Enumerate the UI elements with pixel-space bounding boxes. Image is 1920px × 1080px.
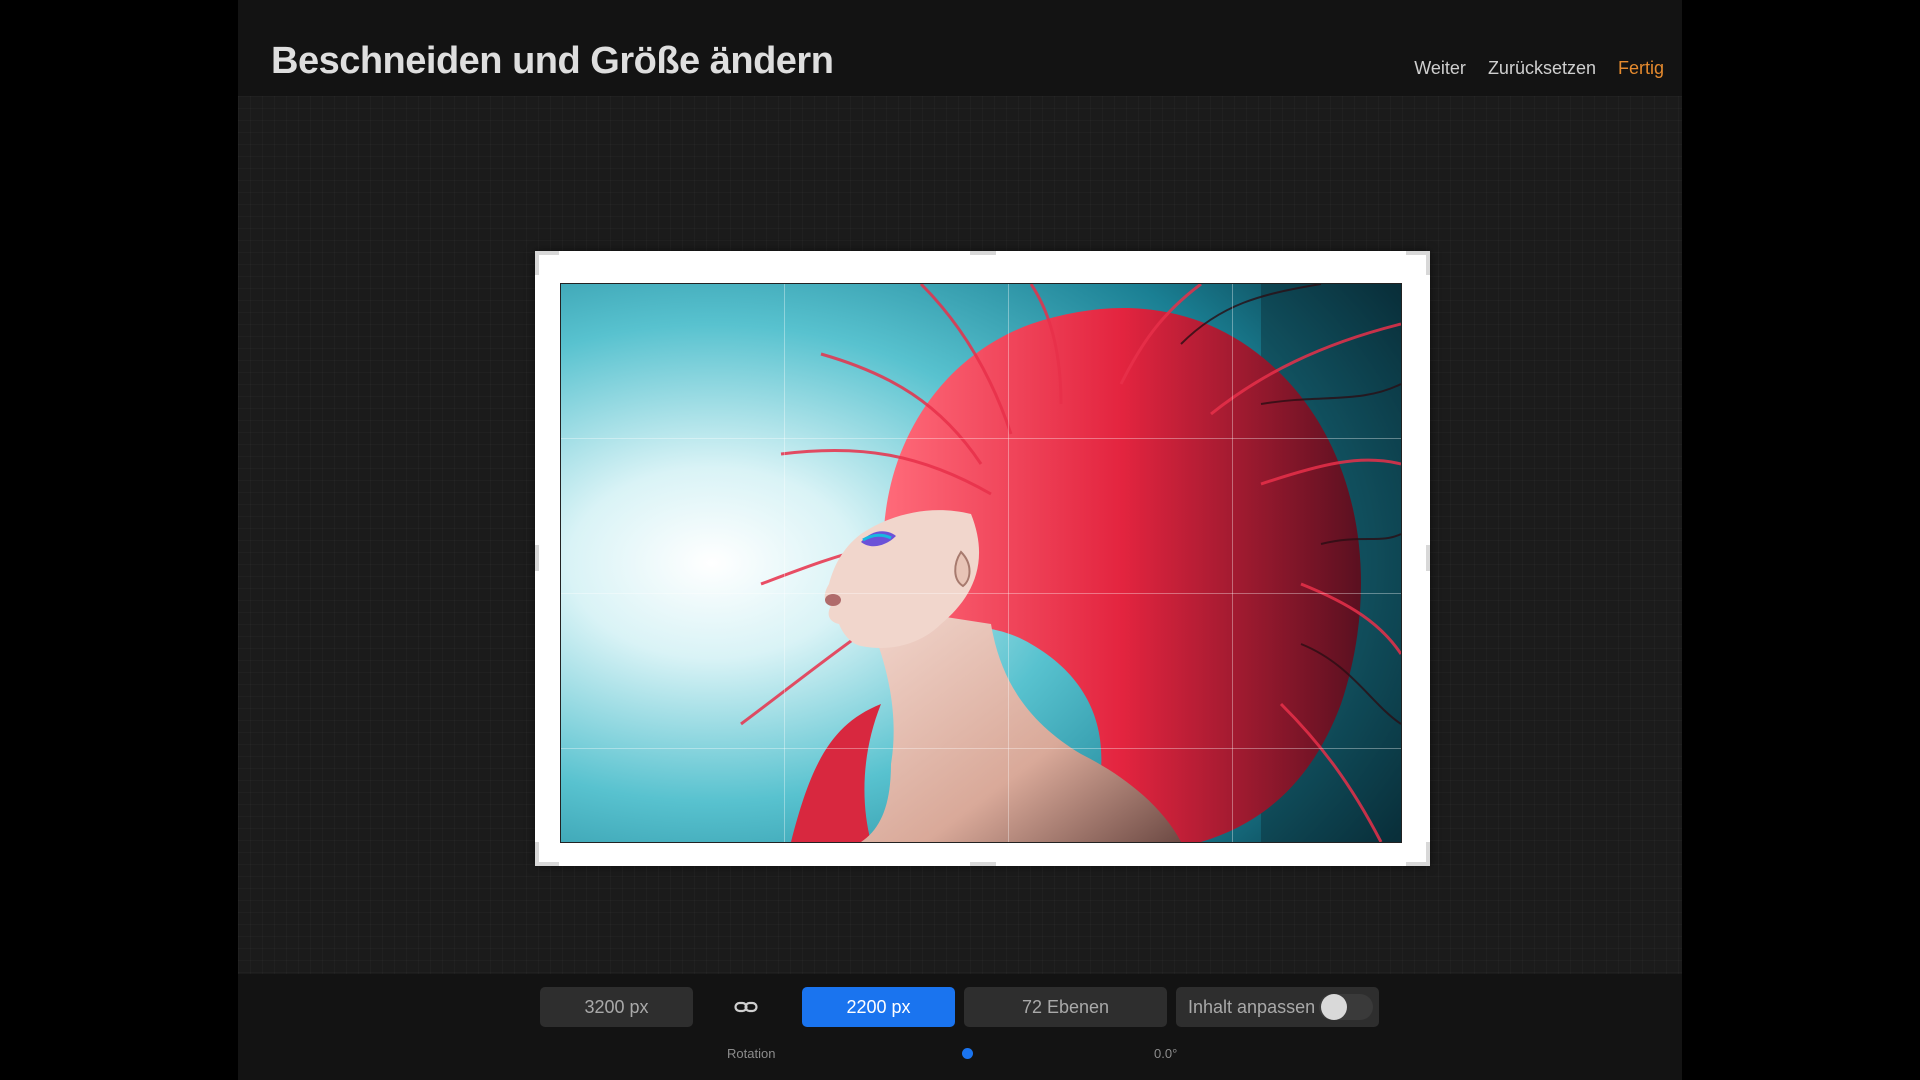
crop-handle-top[interactable]	[970, 251, 996, 255]
crop-handle-bottom-left[interactable]	[535, 842, 539, 866]
crop-workspace	[238, 96, 1682, 974]
page-title: Beschneiden und Größe ändern	[271, 40, 834, 82]
artwork-illustration	[561, 284, 1401, 842]
fit-content-control[interactable]: Inhalt anpassen	[1176, 987, 1379, 1027]
layers-count[interactable]: 72 Ebenen	[964, 987, 1167, 1027]
canvas-frame[interactable]	[535, 251, 1430, 866]
rotation-label: Rotation	[727, 1046, 776, 1061]
crop-handle-left[interactable]	[535, 545, 539, 571]
crop-resize-screen: Beschneiden und Größe ändern Weiter Zurü…	[238, 0, 1682, 1080]
crop-handle-bottom[interactable]	[970, 862, 996, 866]
rotation-value: 0.0°	[1154, 1046, 1178, 1061]
rotation-slider-handle[interactable]	[962, 1048, 973, 1059]
fit-content-label: Inhalt anpassen	[1188, 996, 1316, 1017]
crop-handle-right[interactable]	[1426, 545, 1430, 571]
crop-handle-top-left[interactable]	[535, 251, 539, 275]
artwork-image[interactable]	[560, 283, 1402, 843]
toggle-knob	[1321, 994, 1347, 1020]
header-actions: Weiter Zurücksetzen Fertig	[1414, 58, 1664, 79]
done-button[interactable]: Fertig	[1618, 58, 1664, 79]
height-field[interactable]: 2200 px	[802, 987, 955, 1027]
header-bar: Beschneiden und Größe ändern Weiter Zurü…	[238, 0, 1682, 96]
crop-handle-top-right[interactable]	[1426, 251, 1430, 275]
crop-handle-bottom-right[interactable]	[1426, 842, 1430, 866]
next-button[interactable]: Weiter	[1414, 58, 1466, 79]
link-chain-icon[interactable]	[734, 998, 758, 1016]
resize-toolbar: 3200 px 2200 px 72 Ebenen Inhalt anpasse…	[238, 974, 1682, 1080]
reset-button[interactable]: Zurücksetzen	[1488, 58, 1596, 79]
width-field[interactable]: 3200 px	[540, 987, 693, 1027]
fit-content-toggle[interactable]	[1319, 994, 1373, 1020]
